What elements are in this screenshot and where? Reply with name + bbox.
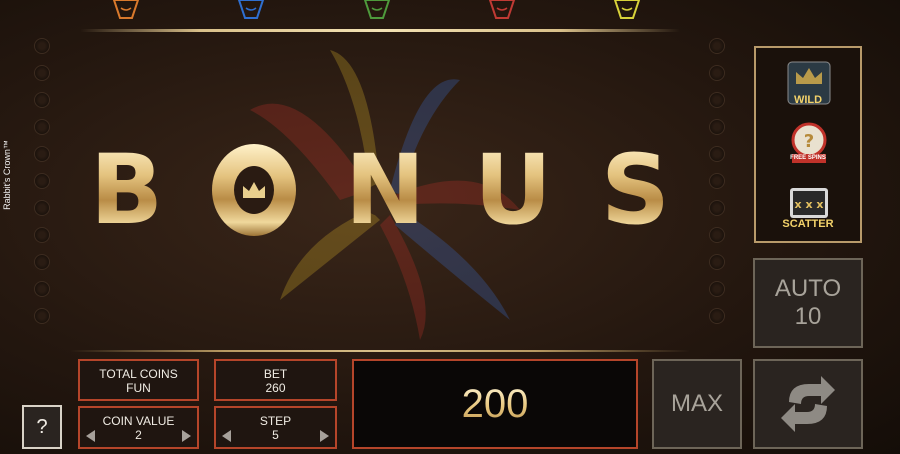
reel-dot xyxy=(709,173,725,189)
spin-arrows-icon xyxy=(781,376,835,432)
reel-dot xyxy=(709,281,725,297)
max-bet-button[interactable]: MAX xyxy=(652,359,742,449)
step-label: STEP xyxy=(259,414,292,428)
scatter-label: SCATTER xyxy=(782,218,834,230)
autoplay-button[interactable]: AUTO 10 xyxy=(753,258,863,348)
wild-label: WILD xyxy=(793,94,823,106)
coin-value-value: 2 xyxy=(135,428,142,442)
step-stepper: STEP 5 xyxy=(214,406,337,449)
total-coins-value: FUN xyxy=(126,381,151,395)
left-reel-dots xyxy=(34,38,52,335)
game-title: Rabbit's Crown™ xyxy=(2,140,12,210)
reel-dot xyxy=(709,308,725,324)
reel-dot xyxy=(709,200,725,216)
bonus-letter-b: B xyxy=(90,134,164,246)
reel-dot xyxy=(34,119,50,135)
total-coins-display: TOTAL COINS FUN xyxy=(78,359,199,401)
step-decrease-icon[interactable] xyxy=(222,430,231,442)
reel-dot xyxy=(709,119,725,135)
bet-display: BET 260 xyxy=(214,359,337,401)
spin-button[interactable] xyxy=(753,359,863,449)
reel-dot xyxy=(34,281,50,297)
reel-dot xyxy=(34,92,50,108)
bet-value: 260 xyxy=(265,381,286,395)
reel-dot xyxy=(34,227,50,243)
reel-dot xyxy=(34,200,50,216)
coin-value-label: COIN VALUE xyxy=(102,414,175,428)
coin-value-stepper: COIN VALUE 2 xyxy=(78,406,199,449)
reel-dot xyxy=(709,146,725,162)
crown-icon xyxy=(243,182,266,198)
bonus-letter-s: S xyxy=(600,134,670,246)
symbols-panel: WILD ? FREE SPINS x x x SCATTER xyxy=(754,46,862,243)
autoplay-label: AUTO xyxy=(774,275,842,302)
free-spins-label: FREE SPINS xyxy=(790,155,826,161)
top-divider xyxy=(80,29,680,32)
bonus-letter-u: U xyxy=(474,134,552,246)
game-stage: Rabbit's Crown™ B N U S WILD ? FREE SPIN… xyxy=(0,0,900,454)
bonus-banner: B N U S xyxy=(90,140,670,240)
reel-dot xyxy=(34,173,50,189)
total-coins-label: TOTAL COINS xyxy=(99,367,178,381)
svg-text:?: ? xyxy=(804,131,814,152)
reel-dot xyxy=(709,92,725,108)
reel-dot xyxy=(34,146,50,162)
reel-dot xyxy=(34,254,50,270)
top-icon-bar xyxy=(0,0,900,28)
bonus-letter-o xyxy=(212,144,297,236)
green-gem-icon xyxy=(362,0,392,22)
win-display: 200 xyxy=(352,359,638,449)
reel-dot xyxy=(709,254,725,270)
win-value: 200 xyxy=(461,381,529,426)
blue-gem-icon xyxy=(236,0,266,22)
red-gem-icon xyxy=(487,0,517,22)
reel-dot xyxy=(34,38,50,54)
orange-gem-icon xyxy=(111,0,141,22)
reel-dot xyxy=(709,65,725,81)
bonus-letter-n: N xyxy=(344,134,426,246)
reel-dot xyxy=(34,65,50,81)
reel-dot xyxy=(709,38,725,54)
step-increase-icon[interactable] xyxy=(320,430,329,442)
bottom-divider xyxy=(70,350,690,352)
help-button[interactable]: ? xyxy=(22,405,62,449)
bet-label: BET xyxy=(263,367,288,381)
coin-value-increase-icon[interactable] xyxy=(182,430,191,442)
yellow-gem-icon xyxy=(612,0,642,22)
autoplay-count: 10 xyxy=(794,303,822,330)
reel-dot xyxy=(709,227,725,243)
svg-text:x x x: x x x xyxy=(795,198,824,211)
max-bet-label: MAX xyxy=(670,390,723,417)
right-reel-dots xyxy=(709,38,727,335)
reel-dot xyxy=(34,308,50,324)
coin-value-decrease-icon[interactable] xyxy=(86,430,95,442)
step-value: 5 xyxy=(272,428,279,442)
